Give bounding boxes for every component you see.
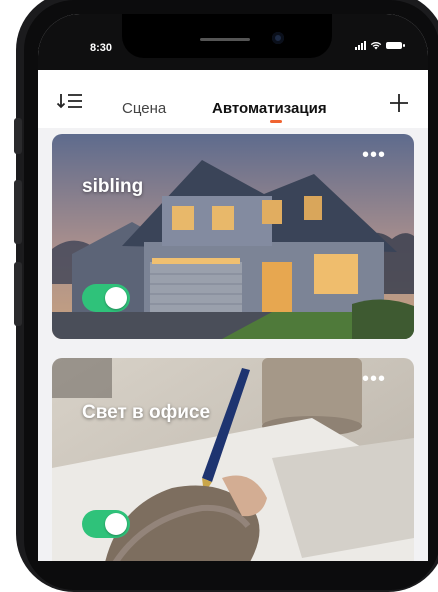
signal-icon [355, 41, 366, 50]
phone-screen: 8:30 Сцена Автоматизация sibling ••• Све… [38, 14, 428, 561]
status-bar: 8:30 [38, 14, 428, 70]
silent-switch [14, 118, 22, 154]
automation-toggle[interactable] [82, 510, 130, 538]
tab-automation[interactable]: Автоматизация [212, 100, 327, 117]
sort-icon[interactable] [56, 91, 84, 111]
notch [122, 14, 332, 58]
status-icons [355, 41, 405, 50]
volume-down-button [14, 262, 22, 326]
app-header: Сцена Автоматизация [38, 70, 428, 128]
toggle-knob [105, 513, 127, 535]
more-options-icon[interactable]: ••• [362, 145, 386, 165]
active-tab-indicator [270, 120, 282, 123]
automation-card[interactable]: Свет в офисе ••• [52, 358, 414, 561]
add-icon[interactable] [388, 92, 410, 114]
card-title: sibling [82, 176, 144, 197]
wifi-icon [370, 41, 382, 50]
status-time: 8:30 [90, 42, 113, 54]
card-title: Свет в офисе [82, 402, 211, 423]
camera-icon [272, 32, 284, 44]
tab-scene[interactable]: Сцена [122, 100, 166, 117]
automation-toggle[interactable] [82, 284, 130, 312]
volume-up-button [14, 180, 22, 244]
battery-icon [386, 42, 405, 49]
more-options-icon[interactable]: ••• [362, 369, 386, 389]
toggle-knob [105, 287, 127, 309]
automation-card[interactable]: sibling ••• [52, 134, 414, 339]
speaker-grille [200, 38, 250, 41]
